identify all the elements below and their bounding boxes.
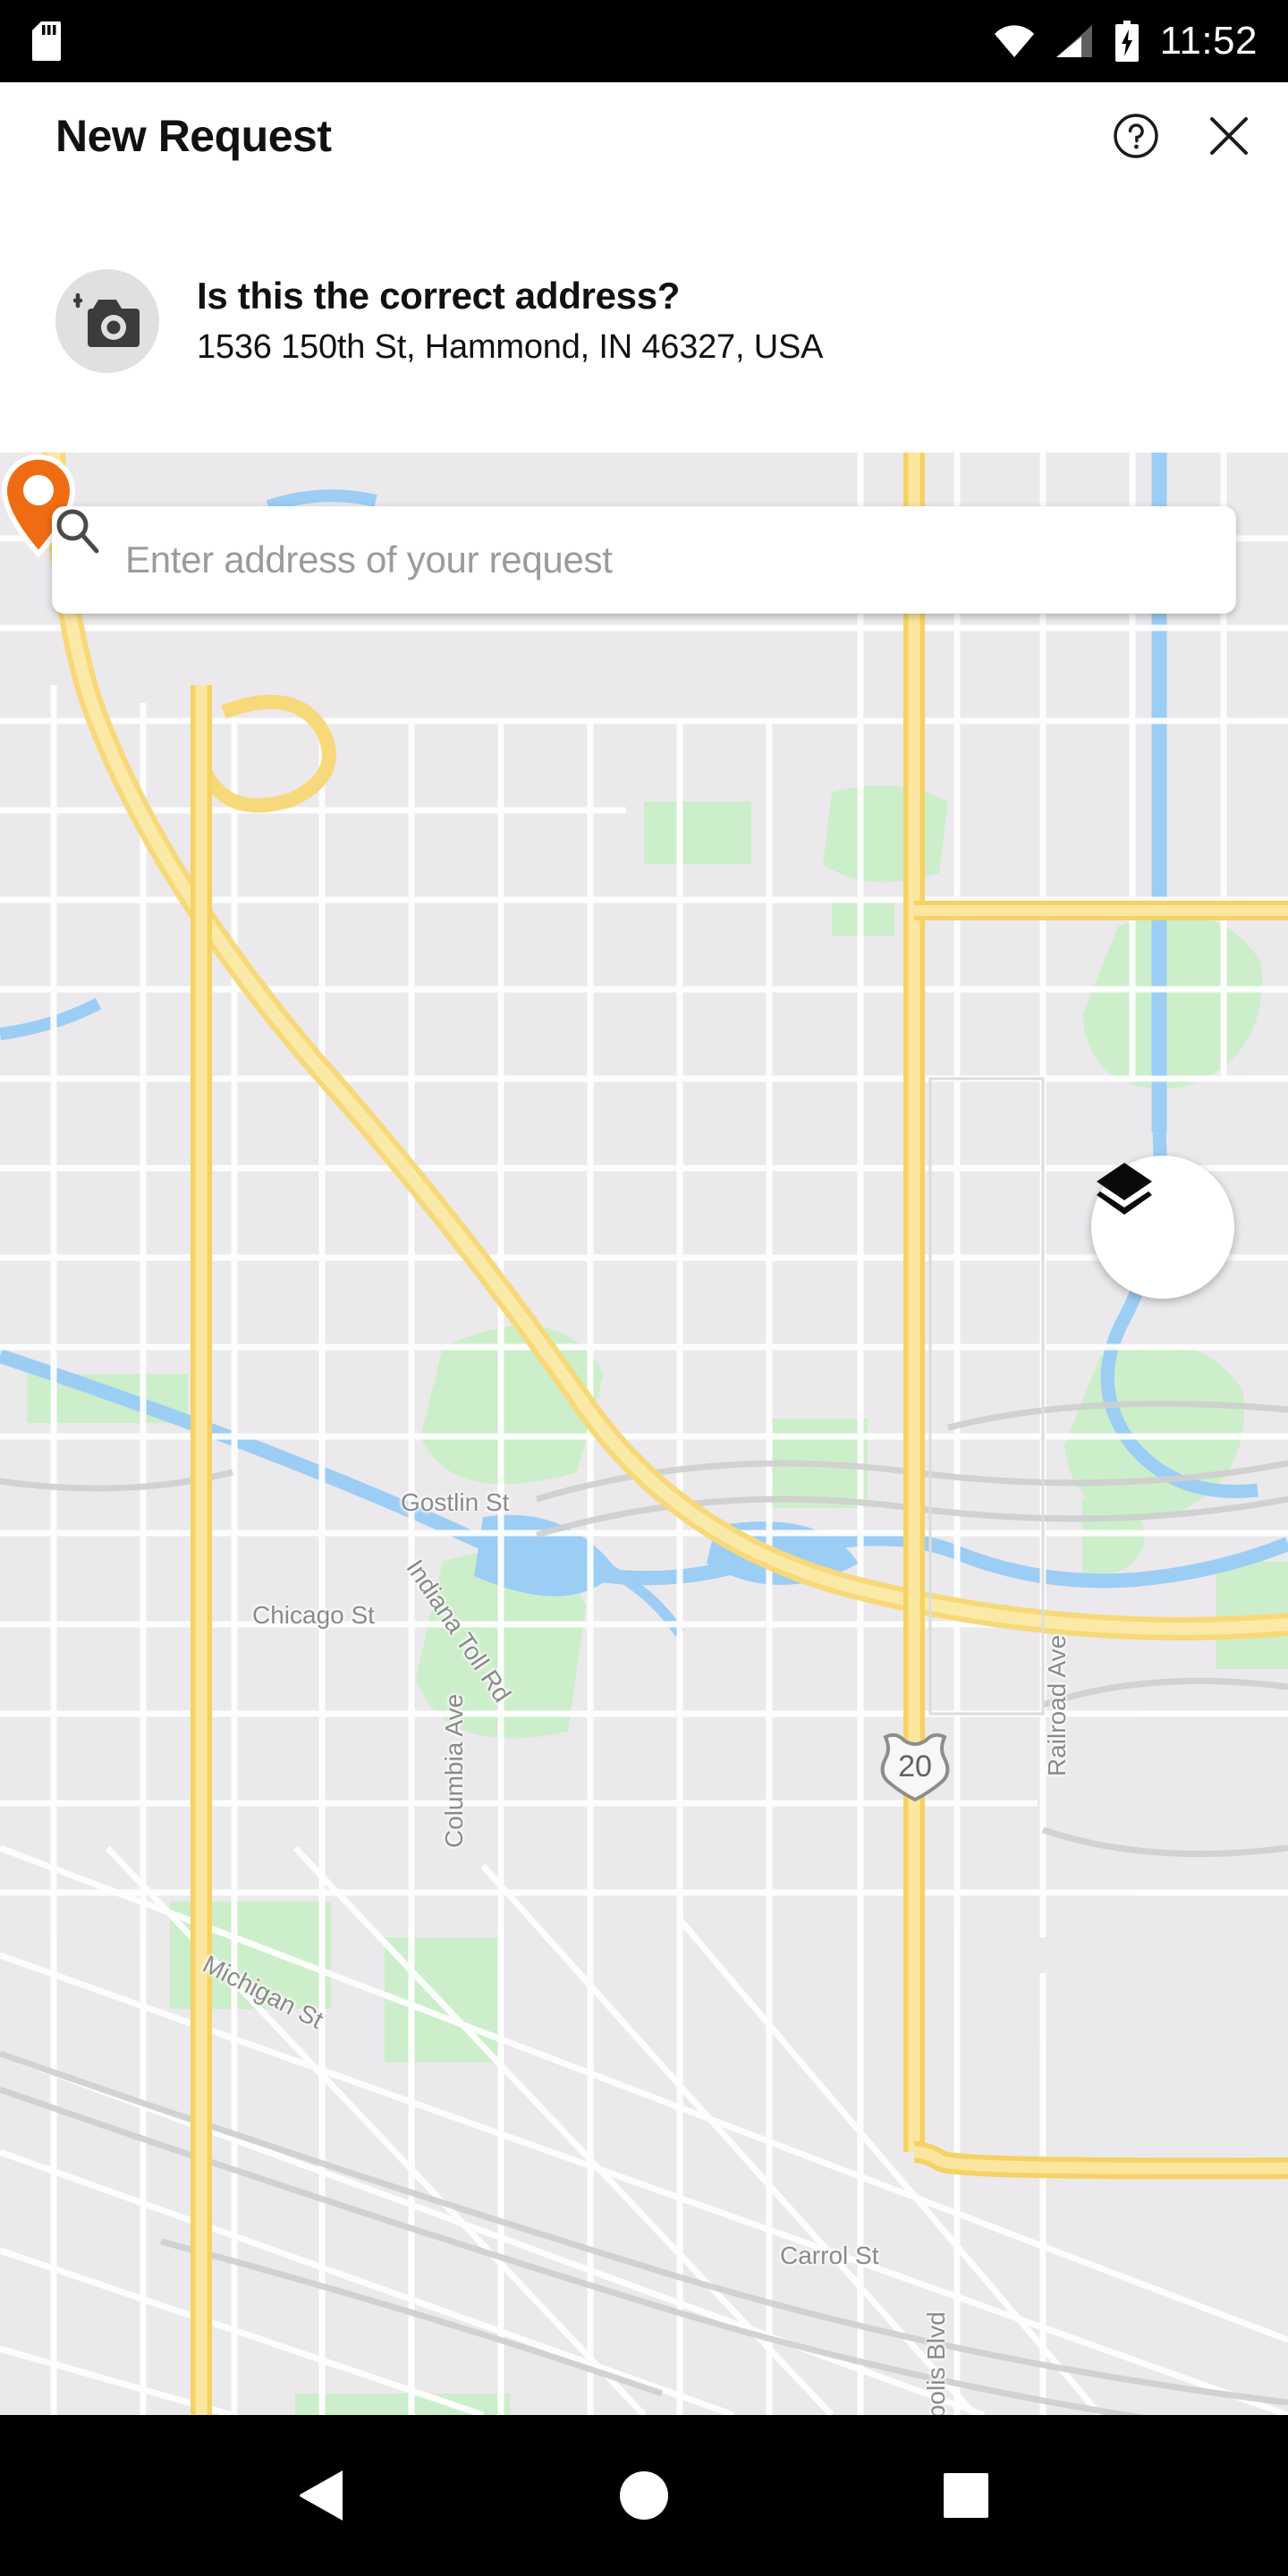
help-circle-icon (1114, 114, 1158, 158)
app-root: 11:52 New Request Is this the correct ad… (0, 0, 1288, 2576)
recents-square-icon (944, 2473, 988, 2518)
cellular-signal-icon (1055, 25, 1092, 57)
status-bar: 11:52 (0, 0, 1288, 82)
search-icon (56, 509, 99, 554)
wifi-icon (994, 25, 1034, 57)
help-button[interactable] (1111, 111, 1161, 161)
back-triangle-icon (300, 2470, 343, 2521)
add-photo-button[interactable] (55, 269, 159, 373)
address-text-block: Is this the correct address? 1536 150th … (197, 273, 823, 369)
nav-recents-button[interactable] (912, 2442, 1020, 2549)
status-bar-clock: 11:52 (1159, 19, 1258, 63)
nav-home-button[interactable] (590, 2442, 698, 2549)
address-question: Is this the correct address? (197, 275, 681, 318)
shield-label: 20 (898, 1749, 932, 1784)
map-layers-icon (1097, 1163, 1152, 1215)
add-photo-camera-icon (73, 292, 140, 347)
page-title: New Request (55, 111, 332, 161)
battery-charging-icon (1114, 21, 1139, 62)
close-button[interactable] (1204, 111, 1254, 161)
close-icon (1210, 117, 1248, 155)
highway-shield-20: 20 (875, 1730, 955, 1803)
map-tiles (0, 453, 1288, 2415)
status-bar-right: 11:52 (994, 19, 1258, 64)
map-canvas[interactable]: Gostlin St Chicago St Indiana Toll Rd Colum… (0, 453, 1288, 2415)
sd-card-icon (32, 21, 61, 61)
search-bar[interactable]: Enter address of your request (52, 506, 1236, 614)
map-layers-button[interactable] (1091, 1156, 1234, 1299)
search-input-placeholder[interactable]: Enter address of your request (125, 538, 613, 581)
address-confirmation-row: Is this the correct address? 1536 150th … (0, 190, 1288, 453)
android-navigation-bar (0, 2415, 1288, 2576)
address-value: 1536 150th St, Hammond, IN 46327, USA (197, 327, 824, 366)
screen-header: New Request (0, 82, 1288, 190)
status-bar-left (32, 21, 61, 61)
home-circle-icon (620, 2471, 668, 2520)
header-actions (1111, 111, 1254, 161)
nav-back-button[interactable] (268, 2442, 376, 2549)
